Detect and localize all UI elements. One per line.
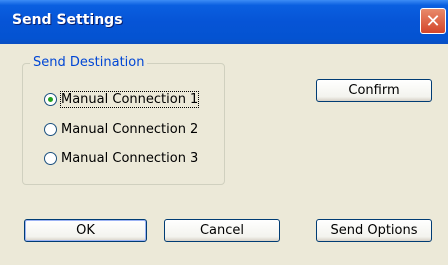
- group-label: Send Destination: [30, 55, 148, 71]
- window-title: Send Settings: [12, 12, 123, 28]
- radio-manual-connection-2[interactable]: Manual Connection 2: [44, 119, 198, 139]
- radio-label: Manual Connection 3: [61, 150, 199, 166]
- radio-label: Manual Connection 2: [61, 121, 199, 137]
- close-button[interactable]: ✕: [420, 8, 446, 34]
- ok-button[interactable]: OK: [24, 219, 147, 242]
- radio-manual-connection-1[interactable]: Manual Connection 1: [44, 89, 200, 109]
- radio-selected-icon[interactable]: [44, 92, 57, 106]
- cancel-button[interactable]: Cancel: [164, 219, 280, 242]
- radio-unselected-icon[interactable]: [44, 122, 57, 136]
- radio-unselected-icon[interactable]: [44, 151, 57, 165]
- confirm-button[interactable]: Confirm: [316, 79, 432, 102]
- close-icon: ✕: [425, 10, 441, 32]
- title-bar: Send Settings ✕: [0, 0, 448, 44]
- send-options-button[interactable]: Send Options: [316, 219, 432, 242]
- radio-label: Manual Connection 1: [59, 90, 200, 108]
- radio-manual-connection-3[interactable]: Manual Connection 3: [44, 148, 198, 168]
